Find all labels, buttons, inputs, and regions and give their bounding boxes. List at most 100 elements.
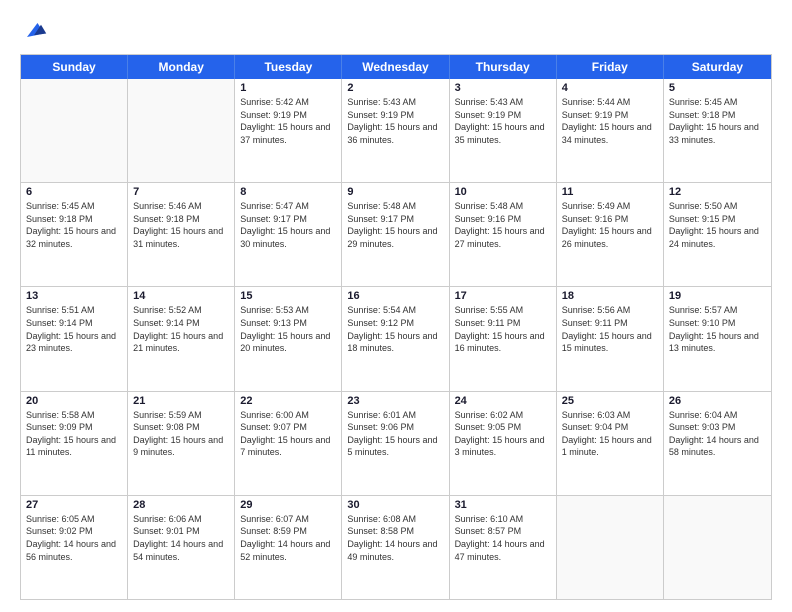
day-number: 13 bbox=[26, 290, 122, 302]
calendar-cell: 5 Sunrise: 5:45 AMSunset: 9:18 PMDaylight… bbox=[664, 79, 771, 182]
day-info: Sunrise: 6:08 AMSunset: 8:58 PMDaylight:… bbox=[347, 513, 443, 563]
calendar-cell: 20 Sunrise: 5:58 AMSunset: 9:09 PMDayligh… bbox=[21, 392, 128, 495]
day-number: 27 bbox=[26, 499, 122, 511]
day-info: Sunrise: 5:48 AMSunset: 9:16 PMDaylight:… bbox=[455, 200, 551, 250]
calendar-cell bbox=[557, 496, 664, 599]
logo bbox=[20, 16, 52, 44]
calendar-cell: 29 Sunrise: 6:07 AMSunset: 8:59 PMDayligh… bbox=[235, 496, 342, 599]
day-number: 24 bbox=[455, 395, 551, 407]
day-number: 8 bbox=[240, 186, 336, 198]
day-number: 29 bbox=[240, 499, 336, 511]
day-info: Sunrise: 5:44 AMSunset: 9:19 PMDaylight:… bbox=[562, 96, 658, 146]
calendar-cell: 24 Sunrise: 6:02 AMSunset: 9:05 PMDayligh… bbox=[450, 392, 557, 495]
calendar-cell: 21Sunrise: 5:59 AMSunset: 9:08 PMDayligh… bbox=[128, 392, 235, 495]
day-info: Sunrise: 6:04 AMSunset: 9:03 PMDaylight:… bbox=[669, 409, 766, 459]
day-info: Sunrise: 5:52 AMSunset: 9:14 PMDaylight:… bbox=[133, 304, 229, 354]
calendar-cell: 10Sunrise: 5:48 AMSunset: 9:16 PMDayligh… bbox=[450, 183, 557, 286]
calendar-cell: 6 Sunrise: 5:45 AMSunset: 9:18 PMDaylight… bbox=[21, 183, 128, 286]
calendar-cell: 4 Sunrise: 5:44 AMSunset: 9:19 PMDaylight… bbox=[557, 79, 664, 182]
day-info: Sunrise: 6:03 AMSunset: 9:04 PMDaylight:… bbox=[562, 409, 658, 459]
calendar-cell: 11 Sunrise: 5:49 AMSunset: 9:16 PMDayligh… bbox=[557, 183, 664, 286]
calendar-cell: 8 Sunrise: 5:47 AMSunset: 9:17 PMDaylight… bbox=[235, 183, 342, 286]
calendar-cell: 22 Sunrise: 6:00 AMSunset: 9:07 PMDayligh… bbox=[235, 392, 342, 495]
calendar-cell bbox=[664, 496, 771, 599]
calendar-cell: 2Sunrise: 5:43 AMSunset: 9:19 PMDaylight… bbox=[342, 79, 449, 182]
calendar-cell: 23 Sunrise: 6:01 AMSunset: 9:06 PMDayligh… bbox=[342, 392, 449, 495]
calendar-cell: 26 Sunrise: 6:04 AMSunset: 9:03 PMDayligh… bbox=[664, 392, 771, 495]
day-info: Sunrise: 5:57 AMSunset: 9:10 PMDaylight:… bbox=[669, 304, 766, 354]
day-info: Sunrise: 5:47 AMSunset: 9:17 PMDaylight:… bbox=[240, 200, 336, 250]
calendar-cell bbox=[21, 79, 128, 182]
day-number: 23 bbox=[347, 395, 443, 407]
day-info: Sunrise: 6:10 AMSunset: 8:57 PMDaylight:… bbox=[455, 513, 551, 563]
day-number: 4 bbox=[562, 82, 658, 94]
day-info: Sunrise: 5:50 AMSunset: 9:15 PMDaylight:… bbox=[669, 200, 766, 250]
day-number: 14 bbox=[133, 290, 229, 302]
day-number: 20 bbox=[26, 395, 122, 407]
calendar-cell: 13 Sunrise: 5:51 AMSunset: 9:14 PMDayligh… bbox=[21, 287, 128, 390]
calendar-cell: 14 Sunrise: 5:52 AMSunset: 9:14 PMDayligh… bbox=[128, 287, 235, 390]
day-info: Sunrise: 6:00 AMSunset: 9:07 PMDaylight:… bbox=[240, 409, 336, 459]
calendar-cell: 31 Sunrise: 6:10 AMSunset: 8:57 PMDayligh… bbox=[450, 496, 557, 599]
calendar-cell: 9Sunrise: 5:48 AMSunset: 9:17 PMDaylight… bbox=[342, 183, 449, 286]
calendar-cell: 3Sunrise: 5:43 AMSunset: 9:19 PMDaylight… bbox=[450, 79, 557, 182]
day-number: 26 bbox=[669, 395, 766, 407]
calendar-cell bbox=[128, 79, 235, 182]
day-number: 28 bbox=[133, 499, 229, 511]
day-info: Sunrise: 5:58 AMSunset: 9:09 PMDaylight:… bbox=[26, 409, 122, 459]
day-number: 16 bbox=[347, 290, 443, 302]
day-info: Sunrise: 5:54 AMSunset: 9:12 PMDaylight:… bbox=[347, 304, 443, 354]
day-info: Sunrise: 5:48 AMSunset: 9:17 PMDaylight:… bbox=[347, 200, 443, 250]
day-info: Sunrise: 6:01 AMSunset: 9:06 PMDaylight:… bbox=[347, 409, 443, 459]
day-info: Sunrise: 5:56 AMSunset: 9:11 PMDaylight:… bbox=[562, 304, 658, 354]
day-info: Sunrise: 5:45 AMSunset: 9:18 PMDaylight:… bbox=[26, 200, 122, 250]
day-number: 22 bbox=[240, 395, 336, 407]
calendar-cell: 28 Sunrise: 6:06 AMSunset: 9:01 PMDayligh… bbox=[128, 496, 235, 599]
day-info: Sunrise: 5:59 AMSunset: 9:08 PMDaylight:… bbox=[133, 409, 229, 459]
calendar-week-row: 13 Sunrise: 5:51 AMSunset: 9:14 PMDayligh… bbox=[21, 287, 771, 391]
calendar-header-cell: Sunday bbox=[21, 55, 128, 79]
day-info: Sunrise: 5:51 AMSunset: 9:14 PMDaylight:… bbox=[26, 304, 122, 354]
day-info: Sunrise: 5:53 AMSunset: 9:13 PMDaylight:… bbox=[240, 304, 336, 354]
day-info: Sunrise: 6:07 AMSunset: 8:59 PMDaylight:… bbox=[240, 513, 336, 563]
calendar-header-row: SundayMondayTuesdayWednesdayThursdayFrid… bbox=[21, 55, 771, 79]
day-number: 15 bbox=[240, 290, 336, 302]
day-number: 2 bbox=[347, 82, 443, 94]
day-info: Sunrise: 5:49 AMSunset: 9:16 PMDaylight:… bbox=[562, 200, 658, 250]
day-info: Sunrise: 6:02 AMSunset: 9:05 PMDaylight:… bbox=[455, 409, 551, 459]
calendar-cell: 1 Sunrise: 5:42 AMSunset: 9:19 PMDaylight… bbox=[235, 79, 342, 182]
calendar-week-row: 27 Sunrise: 6:05 AMSunset: 9:02 PMDayligh… bbox=[21, 496, 771, 599]
calendar: SundayMondayTuesdayWednesdayThursdayFrid… bbox=[20, 54, 772, 600]
calendar-week-row: 20 Sunrise: 5:58 AMSunset: 9:09 PMDayligh… bbox=[21, 392, 771, 496]
day-number: 18 bbox=[562, 290, 658, 302]
calendar-header-cell: Thursday bbox=[450, 55, 557, 79]
calendar-header-cell: Friday bbox=[557, 55, 664, 79]
day-number: 5 bbox=[669, 82, 766, 94]
calendar-cell: 16 Sunrise: 5:54 AMSunset: 9:12 PMDayligh… bbox=[342, 287, 449, 390]
day-info: Sunrise: 6:06 AMSunset: 9:01 PMDaylight:… bbox=[133, 513, 229, 563]
day-number: 31 bbox=[455, 499, 551, 511]
calendar-cell: 15 Sunrise: 5:53 AMSunset: 9:13 PMDayligh… bbox=[235, 287, 342, 390]
day-number: 1 bbox=[240, 82, 336, 94]
calendar-cell: 19Sunrise: 5:57 AMSunset: 9:10 PMDayligh… bbox=[664, 287, 771, 390]
day-info: Sunrise: 5:42 AMSunset: 9:19 PMDaylight:… bbox=[240, 96, 336, 146]
day-number: 6 bbox=[26, 186, 122, 198]
calendar-cell: 30 Sunrise: 6:08 AMSunset: 8:58 PMDayligh… bbox=[342, 496, 449, 599]
day-info: Sunrise: 5:55 AMSunset: 9:11 PMDaylight:… bbox=[455, 304, 551, 354]
day-number: 3 bbox=[455, 82, 551, 94]
day-info: Sunrise: 5:45 AMSunset: 9:18 PMDaylight:… bbox=[669, 96, 766, 146]
calendar-header-cell: Wednesday bbox=[342, 55, 449, 79]
calendar-cell: 27 Sunrise: 6:05 AMSunset: 9:02 PMDayligh… bbox=[21, 496, 128, 599]
day-info: Sunrise: 5:46 AMSunset: 9:18 PMDaylight:… bbox=[133, 200, 229, 250]
day-number: 25 bbox=[562, 395, 658, 407]
calendar-cell: 17Sunrise: 5:55 AMSunset: 9:11 PMDayligh… bbox=[450, 287, 557, 390]
day-number: 7 bbox=[133, 186, 229, 198]
page: SundayMondayTuesdayWednesdayThursdayFrid… bbox=[0, 0, 792, 612]
day-number: 11 bbox=[562, 186, 658, 198]
calendar-week-row: 6 Sunrise: 5:45 AMSunset: 9:18 PMDaylight… bbox=[21, 183, 771, 287]
day-number: 30 bbox=[347, 499, 443, 511]
calendar-cell: 7 Sunrise: 5:46 AMSunset: 9:18 PMDaylight… bbox=[128, 183, 235, 286]
day-info: Sunrise: 6:05 AMSunset: 9:02 PMDaylight:… bbox=[26, 513, 122, 563]
calendar-header-cell: Saturday bbox=[664, 55, 771, 79]
calendar-cell: 18 Sunrise: 5:56 AMSunset: 9:11 PMDayligh… bbox=[557, 287, 664, 390]
